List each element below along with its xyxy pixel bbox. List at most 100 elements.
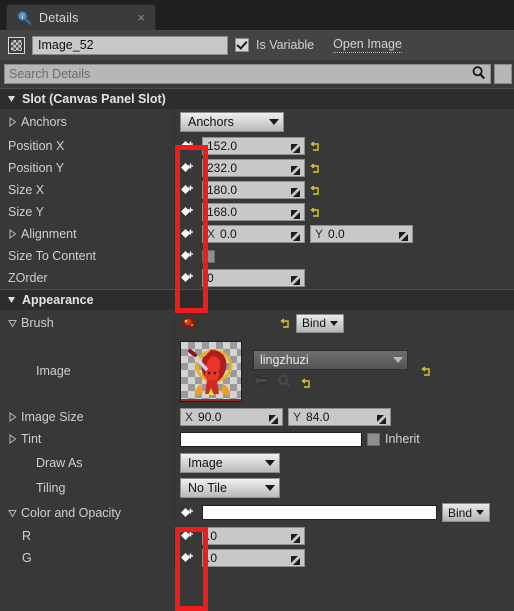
browse-asset-icon[interactable] <box>277 374 292 393</box>
spinner-icon[interactable] <box>291 186 300 197</box>
brush-bind-button[interactable]: Bind <box>295 313 344 333</box>
alignment-x-value: 0.0 <box>220 227 237 241</box>
tint-inherit-checkbox[interactable] <box>367 432 380 446</box>
size-x-input[interactable]: 180.0 <box>202 181 305 199</box>
size-y-input[interactable]: 168.0 <box>202 203 305 221</box>
image-asset-toolbar <box>253 373 408 393</box>
close-icon[interactable]: × <box>135 11 147 24</box>
color-and-opacity-bind-button[interactable]: Bind <box>442 503 491 522</box>
label-draw-as: Draw As <box>36 455 83 470</box>
reset-icon[interactable] <box>280 317 291 329</box>
alignment-y-value: 0.0 <box>328 227 345 241</box>
label-size-x-container: Size X <box>0 179 175 201</box>
chevron-right-icon[interactable] <box>8 229 17 239</box>
bind-diamond-icon[interactable] <box>180 530 195 543</box>
bind-diamond-icon[interactable] <box>180 206 195 219</box>
spinner-icon[interactable] <box>291 274 300 285</box>
size-to-content-checkbox[interactable] <box>202 249 215 263</box>
bind-diamond-icon[interactable] <box>180 140 195 153</box>
reset-icon[interactable] <box>310 140 321 152</box>
bind-diamond-icon[interactable] <box>180 162 195 175</box>
color-bind-label: Bind <box>448 505 473 520</box>
value-size-to-content <box>175 245 514 267</box>
label-size-to-content: Size To Content <box>8 249 97 263</box>
label-alignment: Alignment <box>21 227 77 241</box>
is-variable-checkbox[interactable] <box>235 38 249 52</box>
tiling-dropdown[interactable]: No Tile <box>180 477 280 498</box>
bind-diamond-icon[interactable] <box>180 552 195 565</box>
label-zorder-container: ZOrder <box>0 267 175 289</box>
image-asset-thumbnail[interactable] <box>180 340 242 402</box>
bind-diamond-icon[interactable] <box>180 272 195 285</box>
reset-icon[interactable] <box>421 365 432 377</box>
chevron-down-icon[interactable] <box>8 318 17 328</box>
value-color-and-opacity: Bind <box>175 500 514 525</box>
anchors-dropdown[interactable]: Anchors <box>180 112 284 132</box>
use-selected-asset-icon[interactable] <box>253 373 268 392</box>
search-icon[interactable] <box>471 65 486 83</box>
filter-button[interactable] <box>494 64 512 84</box>
value-size-x: 180.0 <box>175 179 514 201</box>
chevron-right-icon[interactable] <box>8 117 17 127</box>
chevron-down-icon <box>265 459 275 466</box>
reset-icon[interactable] <box>310 206 321 218</box>
tab-label: Details <box>39 10 79 25</box>
spinner-icon[interactable] <box>291 164 300 175</box>
search-row: Search Details <box>0 60 514 88</box>
zorder-input[interactable]: 0 <box>202 269 305 287</box>
section-header-appearance[interactable]: Appearance <box>0 289 514 310</box>
spinner-icon[interactable] <box>291 230 300 241</box>
color-g-input[interactable]: .0 <box>202 549 305 567</box>
spinner-icon[interactable] <box>377 413 386 424</box>
reset-icon[interactable] <box>310 162 321 174</box>
spinner-icon[interactable] <box>269 413 278 424</box>
bind-diamond-icon[interactable] <box>180 228 195 241</box>
label-image-size: Image Size <box>21 410 84 424</box>
image-size-y-axis-label: Y <box>293 410 302 424</box>
color-r-input[interactable]: .0 <box>202 527 305 545</box>
color-and-opacity-swatch[interactable] <box>202 505 437 520</box>
alignment-y-input[interactable]: Y 0.0 <box>310 225 413 243</box>
appearance-properties: Brush Bind Image lingzhuzi Image Size X … <box>0 310 514 569</box>
chevron-down-icon <box>7 295 16 305</box>
label-tint: Tint <box>21 432 42 446</box>
label-tiling-container: Tiling <box>0 475 175 500</box>
bind-diamond-icon[interactable] <box>180 184 195 197</box>
value-color-g: .0 <box>175 547 514 569</box>
widget-name-input[interactable]: Image_52 <box>32 35 228 55</box>
value-brush: Bind <box>175 310 514 336</box>
image-size-x-input[interactable]: X 90.0 <box>180 408 283 426</box>
row-image-size: Image Size X 90.0 Y 84.0 <box>0 406 514 428</box>
spinner-icon[interactable] <box>291 208 300 219</box>
details-panel: i Details × Image_52 Is Variable Open Im… <box>0 0 514 611</box>
row-alignment: Alignment X 0.0 Y 0.0 <box>0 223 514 245</box>
alignment-x-input[interactable]: X 0.0 <box>202 225 305 243</box>
label-size-y-container: Size Y <box>0 201 175 223</box>
bind-diamond-icon[interactable] <box>180 506 195 519</box>
reset-icon[interactable] <box>310 184 321 196</box>
draw-as-dropdown[interactable]: Image <box>180 452 280 473</box>
label-zorder: ZOrder <box>8 271 48 285</box>
spinner-icon[interactable] <box>291 532 300 543</box>
search-placeholder: Search Details <box>9 67 91 81</box>
chevron-down-icon[interactable] <box>8 508 17 518</box>
bind-diamond-icon[interactable] <box>180 250 195 263</box>
spinner-icon[interactable] <box>399 230 408 241</box>
chevron-right-icon[interactable] <box>8 434 17 444</box>
spinner-icon[interactable] <box>291 554 300 565</box>
reset-icon[interactable] <box>301 377 312 389</box>
color-r-value: .0 <box>207 529 218 543</box>
row-size-to-content: Size To Content <box>0 245 514 267</box>
search-input[interactable]: Search Details <box>4 64 491 84</box>
value-position-y: 232.0 <box>175 157 514 179</box>
position-x-input[interactable]: 152.0 <box>202 137 305 155</box>
position-y-input[interactable]: 232.0 <box>202 159 305 177</box>
tint-color-swatch[interactable] <box>180 431 362 447</box>
section-header-slot[interactable]: Slot (Canvas Panel Slot) <box>0 88 514 109</box>
image-asset-dropdown[interactable]: lingzhuzi <box>253 349 408 370</box>
spinner-icon[interactable] <box>291 142 300 153</box>
image-size-y-input[interactable]: Y 84.0 <box>288 408 391 426</box>
tab-details[interactable]: i Details × <box>6 4 156 30</box>
chevron-right-icon[interactable] <box>8 412 17 422</box>
open-image-link[interactable]: Open Image <box>333 37 402 53</box>
